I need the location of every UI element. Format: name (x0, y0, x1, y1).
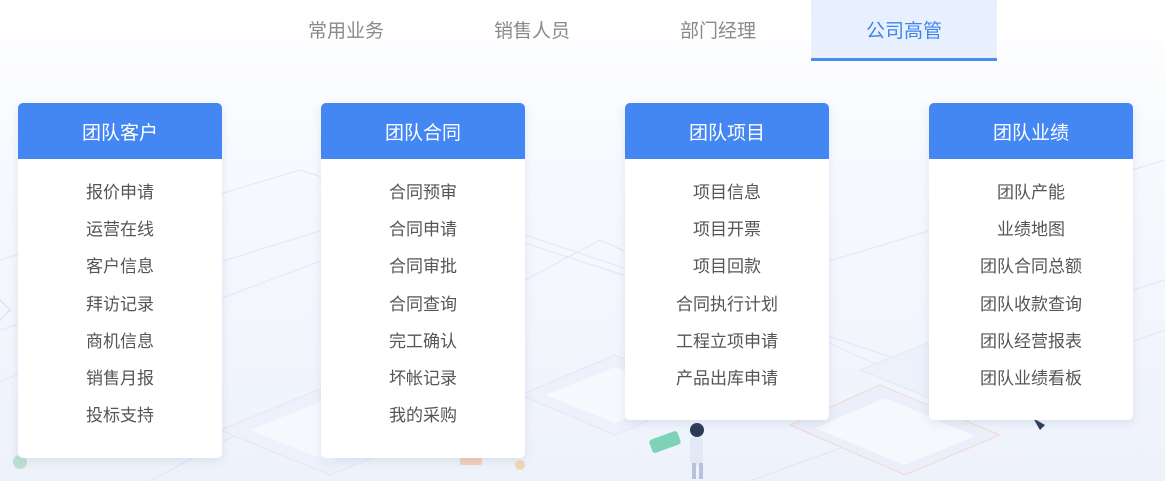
card-team-performance: 团队业绩 团队产能 业绩地图 团队合同总额 团队收款查询 团队经营报表 团队业绩… (929, 103, 1133, 420)
menu-item-team-operations-report[interactable]: 团队经营报表 (929, 321, 1133, 358)
menu-item-quote-request[interactable]: 报价申请 (18, 172, 222, 209)
menu-item-customer-info[interactable]: 客户信息 (18, 246, 222, 283)
card-team-contracts: 团队合同 合同预审 合同申请 合同审批 合同查询 完工确认 坏帐记录 我的采购 (321, 103, 525, 458)
card-title: 团队业绩 (929, 103, 1133, 159)
menu-item-contract-query[interactable]: 合同查询 (321, 284, 525, 321)
menu-item-performance-map[interactable]: 业绩地图 (929, 209, 1133, 246)
tab-sales-staff[interactable]: 销售人员 (439, 0, 625, 61)
menu-item-contract-application[interactable]: 合同申请 (321, 209, 525, 246)
tab-common-business[interactable]: 常用业务 (253, 0, 439, 61)
card-team-projects: 团队项目 项目信息 项目开票 项目回款 合同执行计划 工程立项申请 产品出库申请 (625, 103, 829, 420)
card-menu: 合同预审 合同申请 合同审批 合同查询 完工确认 坏帐记录 我的采购 (321, 159, 525, 432)
menu-item-completion-confirm[interactable]: 完工确认 (321, 321, 525, 358)
card-title: 团队项目 (625, 103, 829, 159)
menu-item-team-capacity[interactable]: 团队产能 (929, 172, 1133, 209)
menu-item-project-invoicing[interactable]: 项目开票 (625, 209, 829, 246)
menu-item-project-info[interactable]: 项目信息 (625, 172, 829, 209)
menu-item-contract-approval[interactable]: 合同审批 (321, 246, 525, 283)
menu-item-contract-prereview[interactable]: 合同预审 (321, 172, 525, 209)
card-menu: 项目信息 项目开票 项目回款 合同执行计划 工程立项申请 产品出库申请 (625, 159, 829, 395)
menu-item-bad-debt-records[interactable]: 坏帐记录 (321, 358, 525, 395)
menu-item-opportunity-info[interactable]: 商机信息 (18, 321, 222, 358)
tab-executive[interactable]: 公司高管 (811, 0, 997, 61)
menu-item-operations-online[interactable]: 运营在线 (18, 209, 222, 246)
tab-department-manager[interactable]: 部门经理 (625, 0, 811, 61)
menu-item-team-contract-total[interactable]: 团队合同总额 (929, 246, 1133, 283)
card-menu: 报价申请 运营在线 客户信息 拜访记录 商机信息 销售月报 投标支持 (18, 159, 222, 432)
menu-item-team-receipts-query[interactable]: 团队收款查询 (929, 284, 1133, 321)
card-team-customers: 团队客户 报价申请 运营在线 客户信息 拜访记录 商机信息 销售月报 投标支持 (18, 103, 222, 458)
card-title: 团队客户 (18, 103, 222, 159)
menu-item-contract-execution-plan[interactable]: 合同执行计划 (625, 284, 829, 321)
card-menu: 团队产能 业绩地图 团队合同总额 团队收款查询 团队经营报表 团队业绩看板 (929, 159, 1133, 395)
menu-item-product-outbound-request[interactable]: 产品出库申请 (625, 358, 829, 395)
menu-item-bid-support[interactable]: 投标支持 (18, 395, 222, 432)
menu-item-team-performance-board[interactable]: 团队业绩看板 (929, 358, 1133, 395)
menu-item-project-initiation-request[interactable]: 工程立项申请 (625, 321, 829, 358)
menu-item-project-payment[interactable]: 项目回款 (625, 246, 829, 283)
role-tabs: 常用业务 销售人员 部门经理 公司高管 (0, 0, 1165, 61)
menu-item-sales-monthly-report[interactable]: 销售月报 (18, 358, 222, 395)
menu-item-my-purchases[interactable]: 我的采购 (321, 395, 525, 432)
menu-item-visit-records[interactable]: 拜访记录 (18, 284, 222, 321)
card-title: 团队合同 (321, 103, 525, 159)
